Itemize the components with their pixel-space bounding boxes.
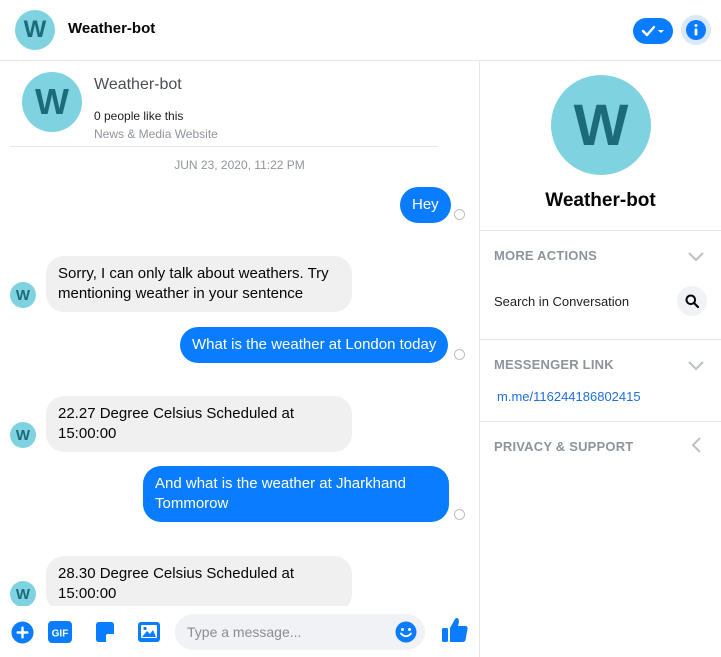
chevron-down-icon: [688, 252, 704, 262]
divider: [480, 339, 721, 340]
more-actions-header[interactable]: MORE ACTIONS: [494, 248, 597, 263]
gif-label: GIF: [52, 629, 69, 640]
chevron-down-icon: [688, 361, 704, 371]
sidebar-avatar[interactable]: W: [551, 75, 651, 175]
thumbs-up-icon: [442, 618, 468, 642]
page-avatar[interactable]: W: [22, 72, 82, 132]
page-likes: 0 people like this: [94, 109, 184, 123]
seen-indicator-icon: [454, 349, 465, 360]
gif-button[interactable]: GIF: [47, 620, 73, 649]
seen-indicator-icon: [454, 209, 465, 220]
image-icon: [138, 622, 160, 642]
image-button[interactable]: [137, 620, 161, 649]
more-actions-toggle[interactable]: [688, 249, 704, 267]
divider: [480, 421, 721, 422]
conversation-title[interactable]: Weather-bot: [68, 20, 155, 37]
message-line: 15:00:00: [58, 585, 117, 602]
page-category: News & Media Website: [94, 127, 218, 141]
privacy-support-toggle[interactable]: [691, 437, 701, 458]
messenger-link-toggle[interactable]: [688, 358, 704, 376]
gif-icon: GIF: [48, 621, 72, 643]
messenger-link[interactable]: m.me/116244186802415: [497, 389, 641, 404]
search-icon: [685, 294, 699, 308]
message-line: 22.27 Degree Celsius Scheduled at: [58, 405, 294, 422]
messenger-link-header[interactable]: MESSENGER LINK: [494, 357, 614, 372]
conversation-header: W Weather-bot: [0, 0, 721, 61]
message-line: Tommorow: [155, 495, 229, 512]
bot-message-avatar[interactable]: W: [10, 581, 36, 606]
sticker-icon: [96, 622, 114, 642]
message-timestamp: JUN 23, 2020, 11:22 PM: [174, 158, 305, 172]
outgoing-message[interactable]: What is the weather at London today: [180, 327, 449, 363]
privacy-support-header[interactable]: PRIVACY & SUPPORT: [494, 439, 633, 454]
send-like-button[interactable]: [441, 616, 469, 649]
incoming-message[interactable]: 28.30 Degree Celsius Scheduled at 15:00:…: [46, 556, 352, 606]
divider: [10, 146, 438, 147]
incoming-message[interactable]: Sorry, I can only talk about weathers. T…: [46, 256, 352, 312]
message-line: 15:00:00: [58, 425, 117, 442]
outgoing-message[interactable]: And what is the weather at Jharkhand Tom…: [143, 466, 449, 522]
divider: [480, 230, 721, 231]
incoming-message[interactable]: 22.27 Degree Celsius Scheduled at 15:00:…: [46, 396, 352, 452]
conversation-info-button[interactable]: [681, 15, 711, 45]
search-in-conversation[interactable]: Search in Conversation: [494, 294, 629, 309]
bot-message-avatar[interactable]: W: [10, 422, 36, 448]
message-line: Sorry, I can only talk about weathers. T…: [58, 265, 329, 282]
message-thread[interactable]: W Weather-bot 0 people like this News & …: [0, 61, 479, 606]
info-icon: [686, 20, 706, 40]
seen-indicator-icon: [454, 509, 465, 520]
bot-avatar[interactable]: W: [15, 10, 55, 50]
outgoing-message[interactable]: Hey: [400, 187, 451, 223]
sidebar-page-name[interactable]: Weather-bot: [480, 190, 721, 212]
page-name[interactable]: Weather-bot: [94, 76, 182, 94]
message-line: mentioning weather in your sentence: [58, 285, 304, 302]
message-line: 28.30 Degree Celsius Scheduled at: [58, 565, 294, 582]
sticker-button[interactable]: [93, 620, 117, 649]
plus-icon: [11, 621, 34, 644]
search-button[interactable]: [677, 286, 707, 316]
panel-divider: [479, 61, 480, 657]
bot-message-avatar[interactable]: W: [10, 282, 36, 308]
emoji-button[interactable]: [395, 621, 417, 648]
mark-done-button[interactable]: [633, 18, 673, 44]
message-line: And what is the weather at Jharkhand: [155, 475, 406, 492]
check-icon: [641, 25, 664, 37]
more-actions-button[interactable]: [11, 621, 34, 649]
emoji-icon: [395, 621, 417, 643]
chevron-left-icon: [691, 437, 701, 453]
message-input[interactable]: [175, 614, 425, 650]
